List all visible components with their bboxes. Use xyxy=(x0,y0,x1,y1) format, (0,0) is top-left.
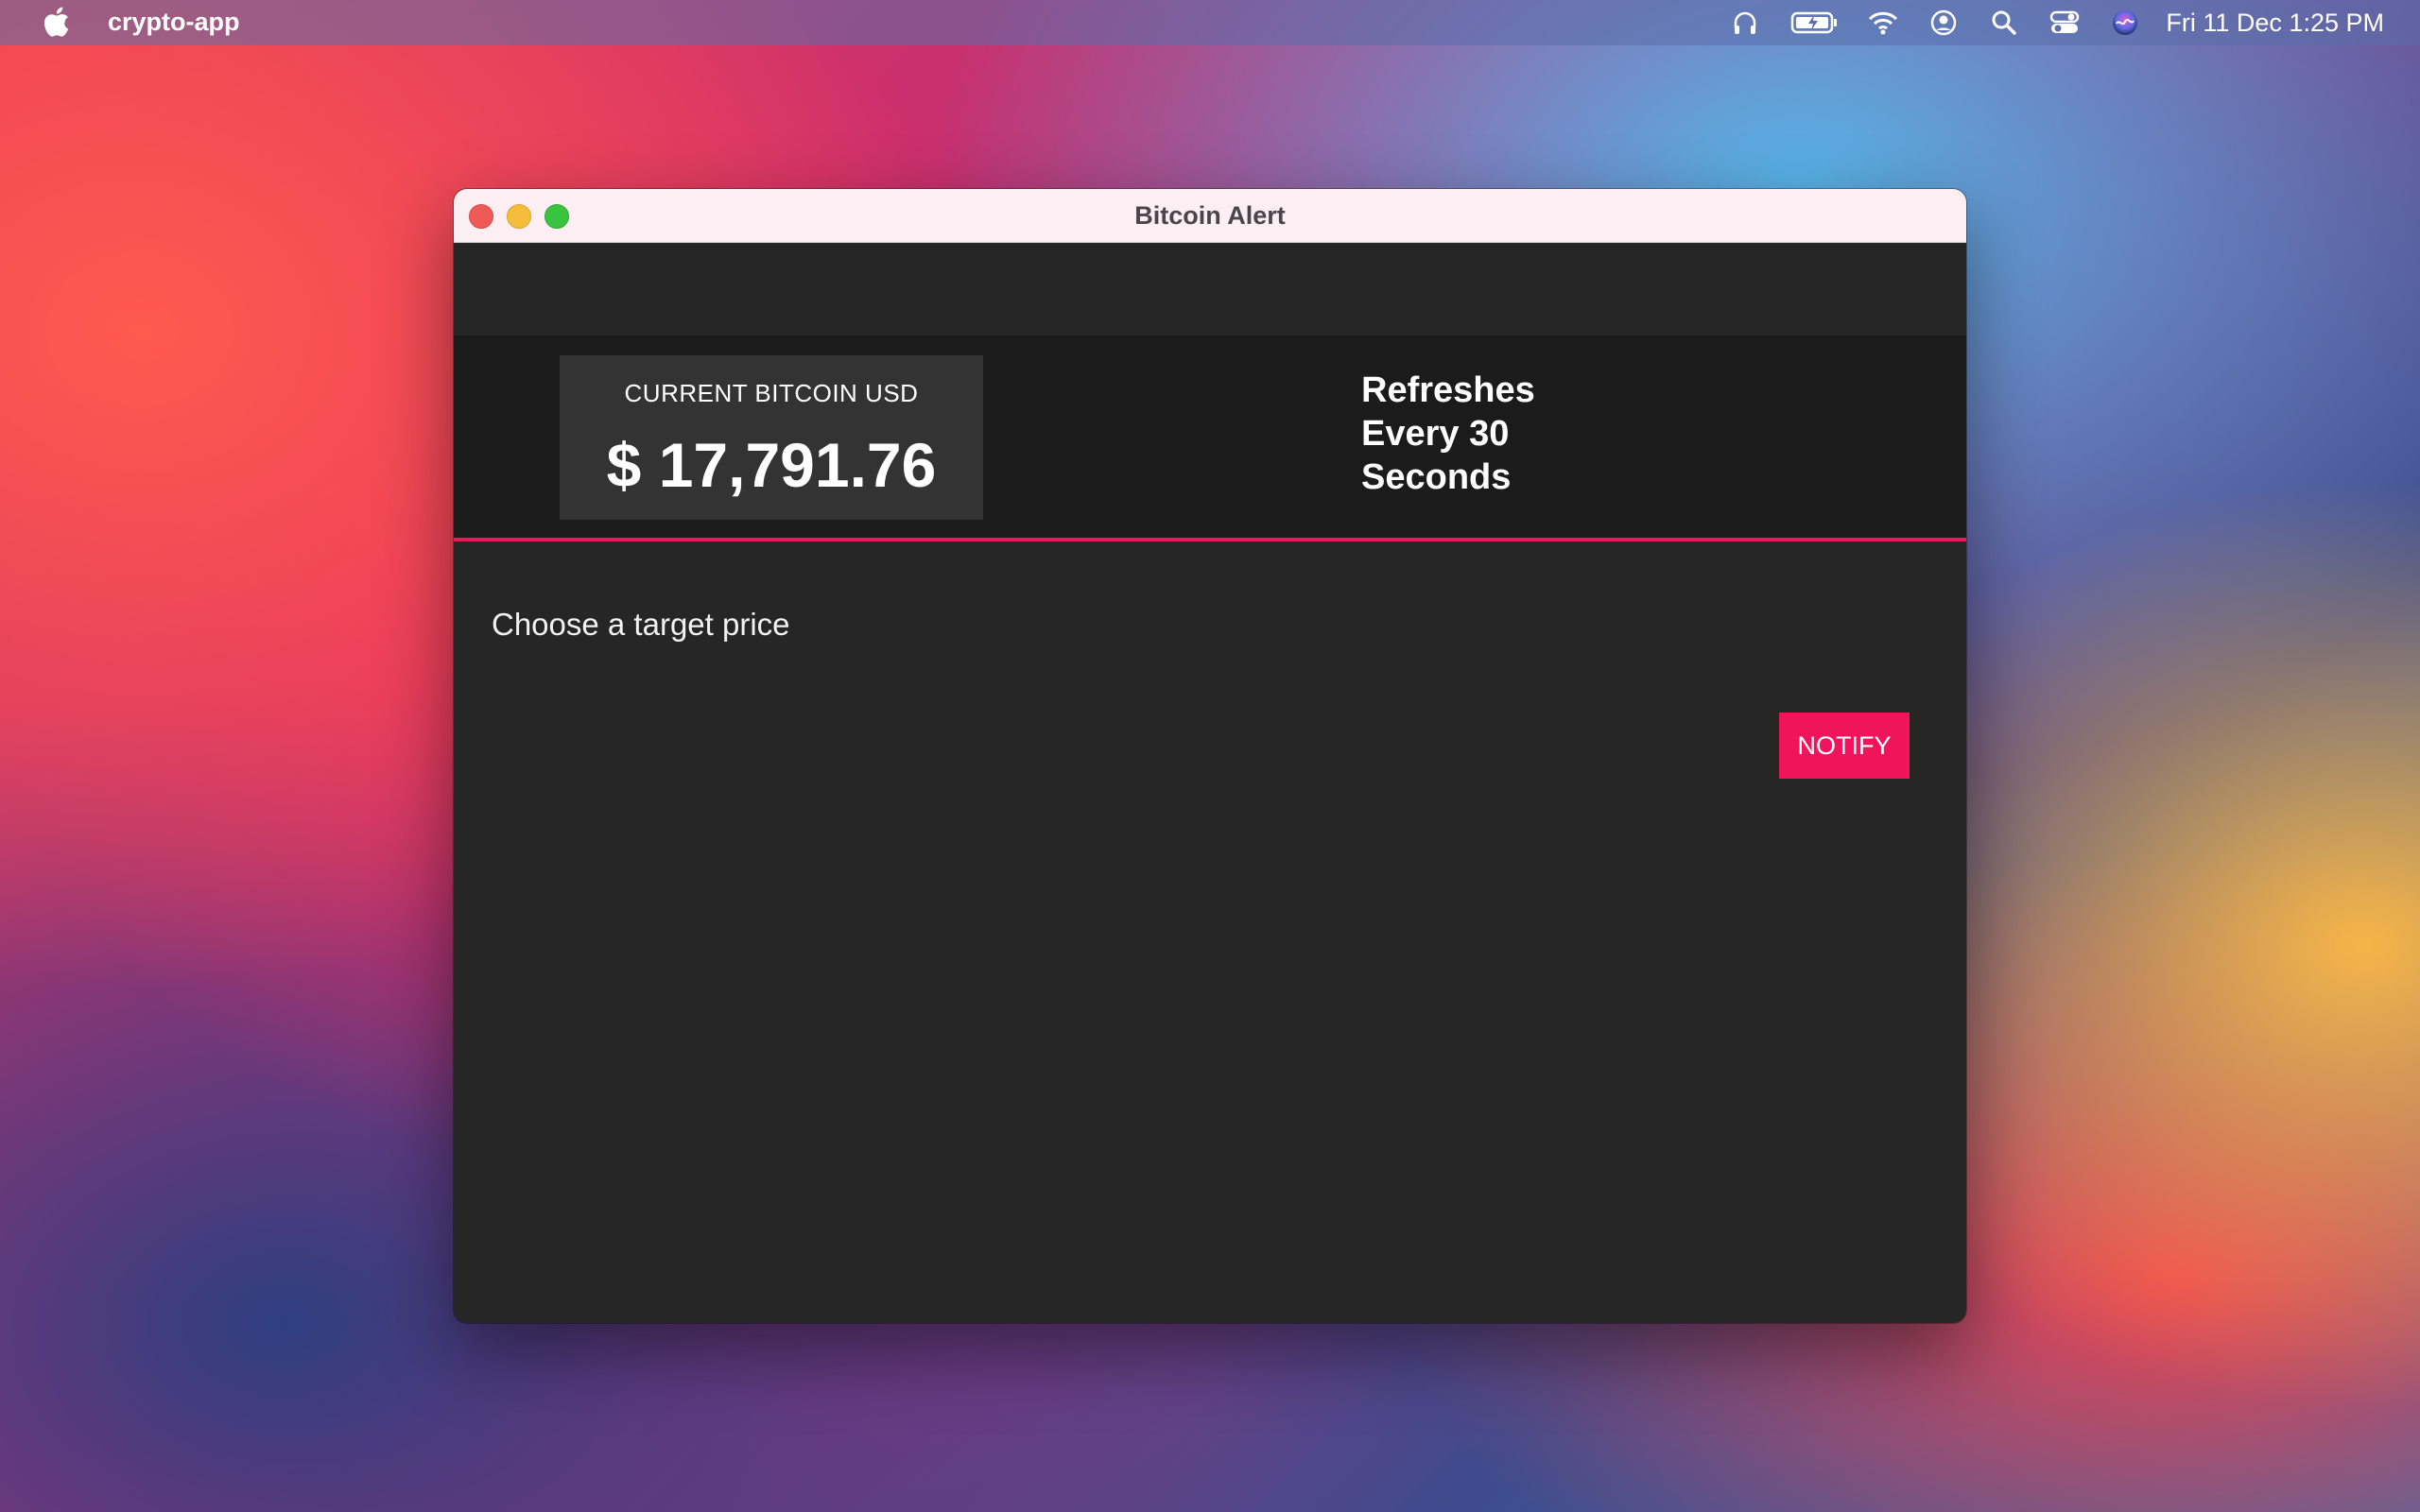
siri-icon[interactable] xyxy=(2109,7,2141,39)
battery-charging-icon[interactable] xyxy=(1789,7,1839,39)
refresh-line-1: Refreshes xyxy=(1361,370,1535,410)
refresh-info: Refreshes Every 30 Seconds xyxy=(1361,369,1645,499)
refresh-line-2: Every 30 xyxy=(1361,414,1510,454)
control-center-icon[interactable] xyxy=(2048,7,2081,39)
status-area: Fri 11 Dec 1:25 PM xyxy=(1701,0,2384,45)
current-price-value: $ 17,791.76 xyxy=(606,430,937,500)
menu-bar-clock[interactable]: Fri 11 Dec 1:25 PM xyxy=(2166,9,2384,38)
search-icon[interactable] xyxy=(1988,7,2020,39)
app-menu-name[interactable]: crypto-app xyxy=(108,8,240,37)
window-title: Bitcoin Alert xyxy=(1134,201,1286,230)
refresh-line-3: Seconds xyxy=(1361,457,1512,497)
menu-bar: crypto-app Fri 11 Dec 1:25 PM xyxy=(0,0,2420,45)
window-titlebar[interactable]: Bitcoin Alert xyxy=(454,189,1966,243)
current-price-label: CURRENT BITCOIN USD xyxy=(624,379,919,407)
wifi-icon[interactable] xyxy=(1867,7,1899,39)
notify-button[interactable]: NOTIFY xyxy=(1779,713,1910,779)
target-price-prompt: Choose a target price xyxy=(492,607,790,642)
price-banner: CURRENT BITCOIN USD $ 17,791.76 Refreshe… xyxy=(454,335,1966,541)
user-icon[interactable] xyxy=(1927,7,1960,39)
window-header-area xyxy=(454,243,1966,335)
current-price-card: CURRENT BITCOIN USD $ 17,791.76 xyxy=(560,355,983,520)
headphones-icon[interactable] xyxy=(1729,7,1761,39)
bitcoin-alert-window: Bitcoin Alert CURRENT BITCOIN USD $ 17,7… xyxy=(454,189,1966,1323)
apple-icon[interactable] xyxy=(42,6,70,38)
